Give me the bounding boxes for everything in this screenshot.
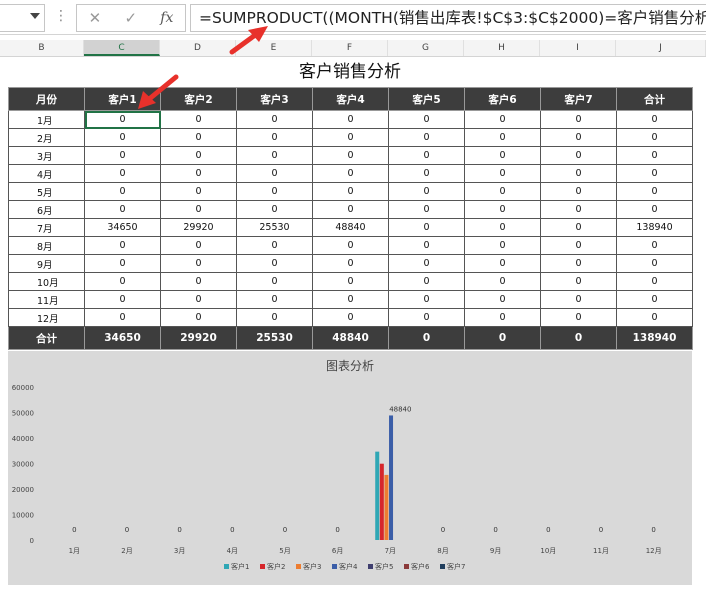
red-arrow-formula bbox=[229, 26, 268, 55]
annotation-arrows bbox=[138, 26, 268, 109]
red-arrow-cell bbox=[138, 74, 179, 109]
